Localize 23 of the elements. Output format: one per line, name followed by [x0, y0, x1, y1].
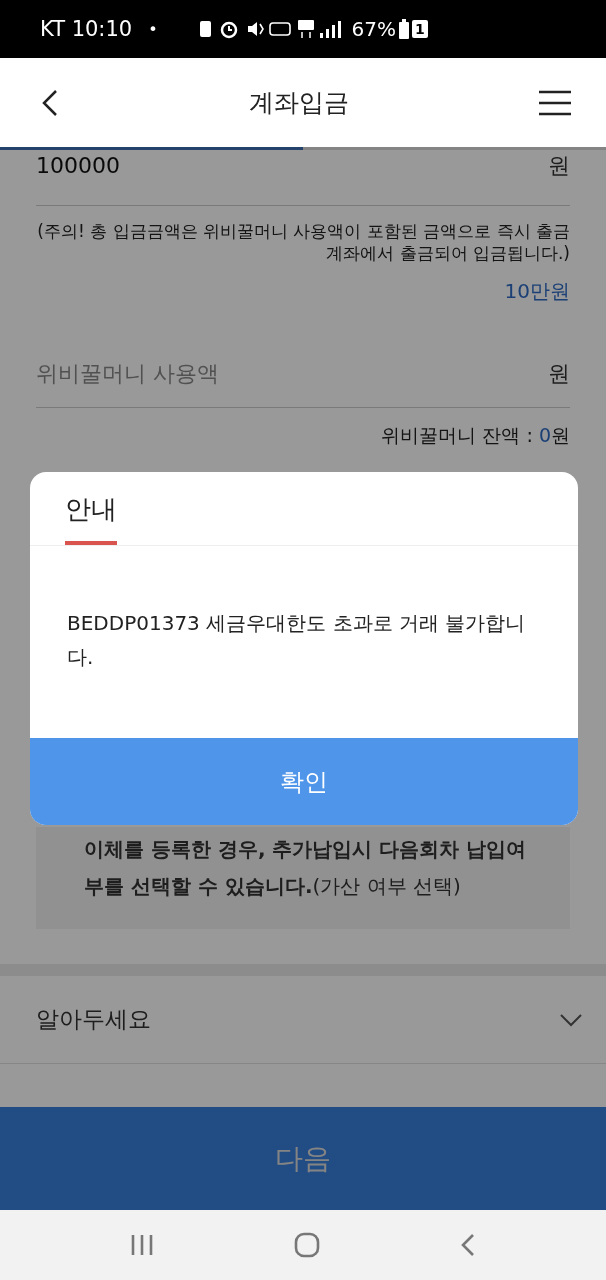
- currency-unit: 원: [548, 360, 570, 388]
- notice-text: (주의! 총 입금금액은 위비꿀머니 사용액이 포함된 금액으로 즉시 출금계좌에서 출금되어 입금됩니다.): [36, 220, 570, 264]
- home-icon[interactable]: [294, 1232, 320, 1258]
- recent-apps-icon[interactable]: [130, 1234, 154, 1256]
- confirm-button[interactable]: 확인: [30, 738, 578, 825]
- currency-unit: 원: [548, 152, 570, 180]
- amount-value: 100000: [36, 152, 120, 180]
- accordion-header[interactable]: 알아두세요: [0, 976, 606, 1064]
- battery-percent: 67%: [351, 17, 397, 41]
- notification-dot: •: [148, 19, 158, 39]
- back-icon[interactable]: [40, 87, 60, 118]
- points-balance: 위비꿀머니 잔액 : 0원: [381, 423, 570, 448]
- next-button[interactable]: 다음: [0, 1107, 606, 1210]
- sim-badge: 1: [412, 20, 428, 38]
- points-field-placeholder[interactable]: 위비꿀머니 사용액: [36, 359, 219, 389]
- page-title: 계좌입금: [249, 87, 349, 119]
- menu-icon[interactable]: [538, 89, 572, 116]
- status-time: KT 10:10: [40, 17, 133, 41]
- battery-icon: [399, 19, 410, 39]
- quick-amount-link[interactable]: 10만원: [504, 276, 570, 306]
- dialog-message: BEDDP01373 세금우대한도 초과로 거래 불가합니다.: [66, 610, 527, 671]
- info-text: 이체를 등록한 경우, 추가납입시 다음회차 납입여부를 선택할 수 있습니다.(가산 여부 선택): [84, 836, 528, 900]
- dialog-title: 안내: [65, 492, 117, 545]
